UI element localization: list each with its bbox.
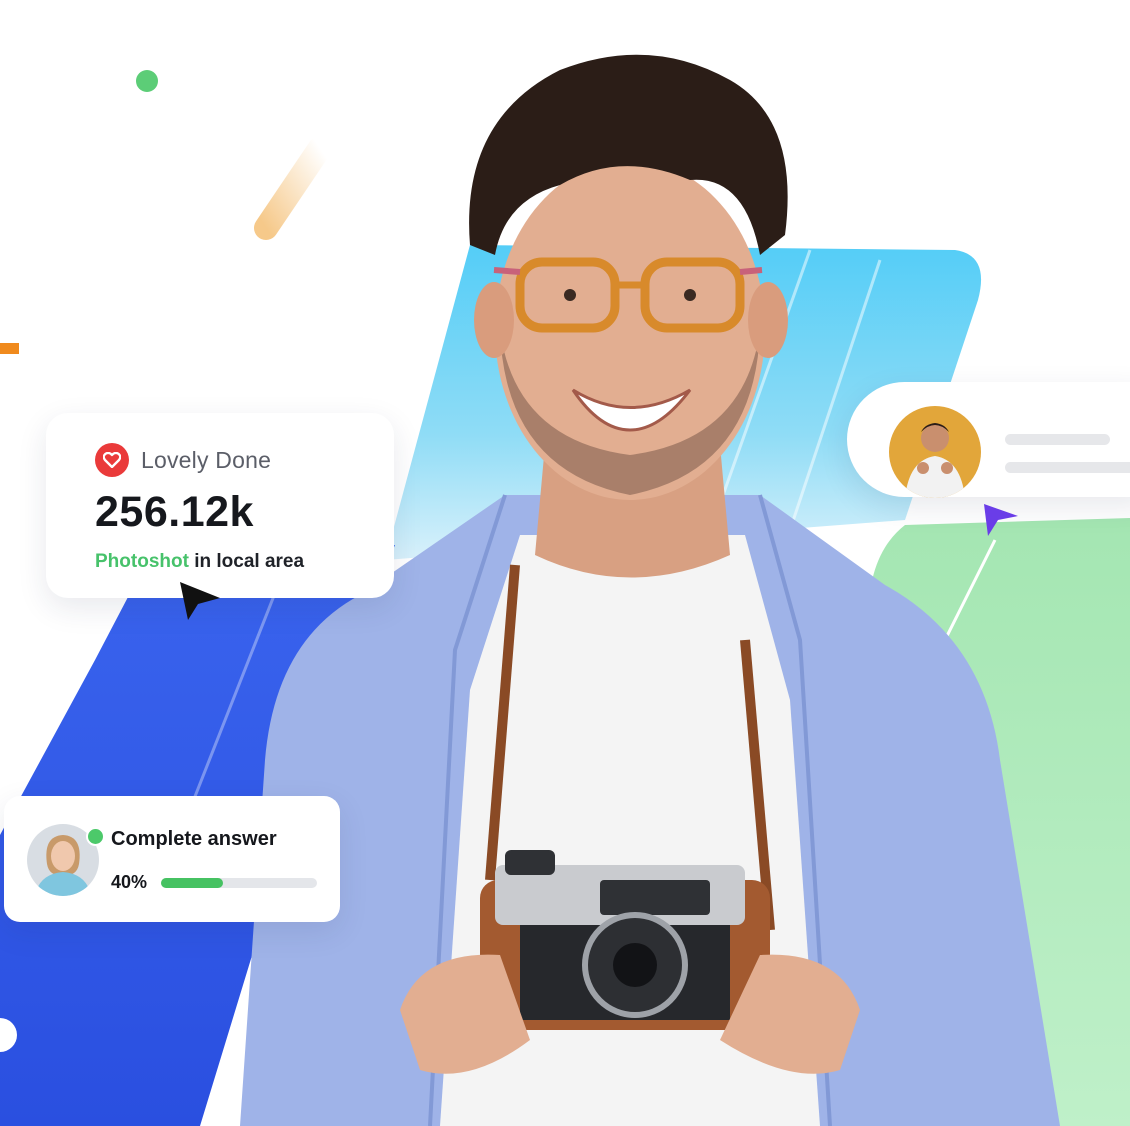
lovely-done-value: 256.12k (95, 488, 254, 536)
profile-preview-card (847, 382, 1130, 498)
complete-answer-card: Complete answer 40% (4, 796, 340, 922)
local-area-text: in local area (188, 551, 305, 572)
avatar (889, 406, 981, 498)
lovely-done-card: Lovely Done 256.12k Photoshot in local a… (46, 413, 394, 598)
progress-percent: 40% (111, 872, 148, 892)
photoshot-accent: Photoshot (95, 551, 189, 572)
progress-bar (161, 878, 317, 888)
placeholder-line (1005, 462, 1130, 473)
cursor-arrow-icon (180, 582, 220, 620)
cursor-arrow-icon (984, 504, 1018, 536)
online-status-dot (86, 827, 105, 846)
lovely-done-header: Lovely Done (95, 443, 271, 477)
placeholder-line (1005, 434, 1110, 445)
lovely-done-title: Lovely Done (141, 446, 272, 473)
complete-answer-title: Complete answer (111, 828, 277, 850)
lovely-done-subtitle: Photoshot in local area (95, 551, 304, 573)
progress-bar-fill (161, 878, 224, 888)
hero-stage: Lovely Done 256.12k Photoshot in local a… (0, 0, 1130, 1126)
heart-icon (95, 443, 129, 477)
